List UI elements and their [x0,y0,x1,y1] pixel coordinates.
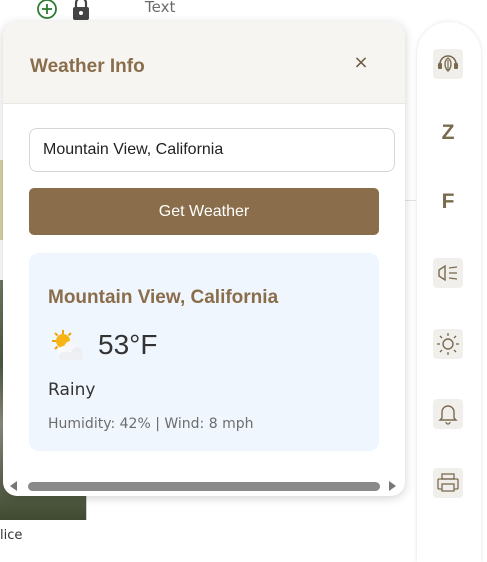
brightness-button[interactable] [433,329,463,359]
scroll-right-arrow-icon[interactable] [389,481,396,491]
plant-badge-button[interactable] [433,49,463,79]
scrollbar-thumb[interactable] [28,482,380,491]
panel-title: Weather Info [30,56,145,77]
weather-result-card: Mountain View, California 53°F Rainy Hum… [29,253,379,451]
leaf-badge-icon [438,55,458,72]
add-circle-icon[interactable] [36,0,58,20]
printer-icon [437,473,459,492]
weather-panel: Weather Info × Get Weather Mountain View… [3,22,405,496]
read-aloud-button[interactable] [433,258,463,288]
lock-icon[interactable] [70,0,92,22]
sun-icon [437,333,459,355]
result-temperature: 53°F [98,329,158,360]
z-letter: Z [441,121,455,144]
result-condition: Rainy [48,380,96,400]
close-button[interactable]: × [349,50,373,74]
get-weather-button[interactable]: Get Weather [29,188,379,235]
bell-icon [438,405,458,425]
print-button[interactable] [433,468,463,498]
panel-header: Weather Info × [3,22,405,104]
toolbar-text-label[interactable]: Text [145,0,175,16]
font-button[interactable]: F [433,187,463,217]
f-letter: F [441,190,455,213]
scroll-left-arrow-icon[interactable] [10,481,17,491]
sun-behind-cloud-icon [52,330,83,360]
background-caption: lice [0,528,23,543]
horizontal-scrollbar[interactable] [6,479,401,493]
notifications-button[interactable] [433,399,463,429]
speaker-lines-icon [438,264,458,282]
right-toolbar: Z F [417,22,481,562]
zoom-button[interactable]: Z [433,118,463,148]
city-input[interactable] [29,128,395,172]
result-details: Humidity: 42% | Wind: 8 mph [48,416,254,432]
result-city: Mountain View, California [48,287,279,308]
